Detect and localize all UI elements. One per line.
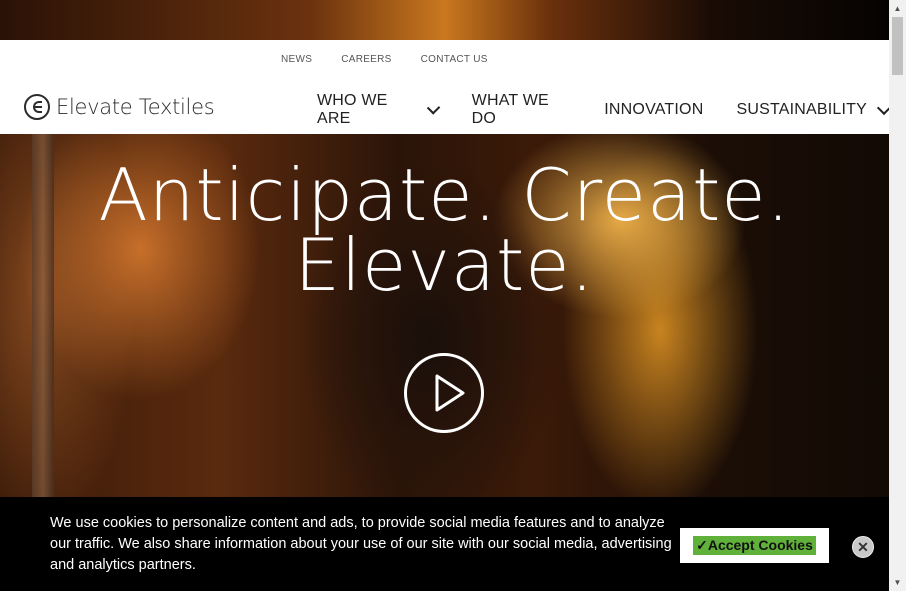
nav-item-innovation[interactable]: INNOVATION xyxy=(604,101,703,119)
play-video-button[interactable] xyxy=(404,353,484,433)
accept-cookies-label: ✓Accept Cookies xyxy=(693,536,816,555)
logo-text: Elevate Textiles xyxy=(56,95,215,119)
nav-item-who-we-are[interactable]: WHO WE ARE xyxy=(317,92,441,128)
utility-nav: NEWS CAREERS CONTACT US xyxy=(281,54,488,65)
scroll-down-icon[interactable]: ▼ xyxy=(889,574,906,591)
hero-headline-line-1: Anticipate. Create. xyxy=(98,153,791,237)
nav-item-sustainability[interactable]: SUSTAINABILITY xyxy=(736,100,892,119)
nav-item-label: SUSTAINABILITY xyxy=(736,101,867,118)
main-nav: WHO WE ARE WHAT WE DO INNOVATION SUSTAIN… xyxy=(317,92,892,128)
nav-item-label: INNOVATION xyxy=(604,101,704,118)
scrollbar[interactable]: ▲ ▼ xyxy=(889,0,906,591)
nav-item-label: WHO WE ARE xyxy=(317,92,388,127)
site-logo[interactable]: Elevate Textiles xyxy=(24,94,215,120)
utility-link-careers[interactable]: CAREERS xyxy=(341,54,391,65)
chevron-down-icon xyxy=(427,100,441,115)
cookie-message: We use cookies to personalize content an… xyxy=(50,515,672,573)
scroll-up-icon[interactable]: ▲ xyxy=(889,0,906,17)
close-icon[interactable]: ✕ xyxy=(852,536,874,558)
hero-headline-line-2: Elevate. xyxy=(294,223,595,307)
site-header: NEWS CAREERS CONTACT US Elevate Textiles… xyxy=(0,40,892,134)
hero-headline: Anticipate. Create. Elevate. xyxy=(0,153,889,307)
play-icon xyxy=(435,374,465,412)
scroll-thumb[interactable] xyxy=(892,17,903,75)
nav-item-what-we-do[interactable]: WHAT WE DO xyxy=(472,92,572,128)
cookie-banner: We use cookies to personalize content an… xyxy=(0,497,889,591)
logo-icon xyxy=(24,94,50,120)
hero-top-strip xyxy=(0,0,889,40)
accept-cookies-button[interactable]: ✓Accept Cookies xyxy=(680,528,829,563)
utility-link-news[interactable]: NEWS xyxy=(281,54,312,65)
utility-link-contact[interactable]: CONTACT US xyxy=(421,54,488,65)
nav-item-label: WHAT WE DO xyxy=(471,92,549,127)
